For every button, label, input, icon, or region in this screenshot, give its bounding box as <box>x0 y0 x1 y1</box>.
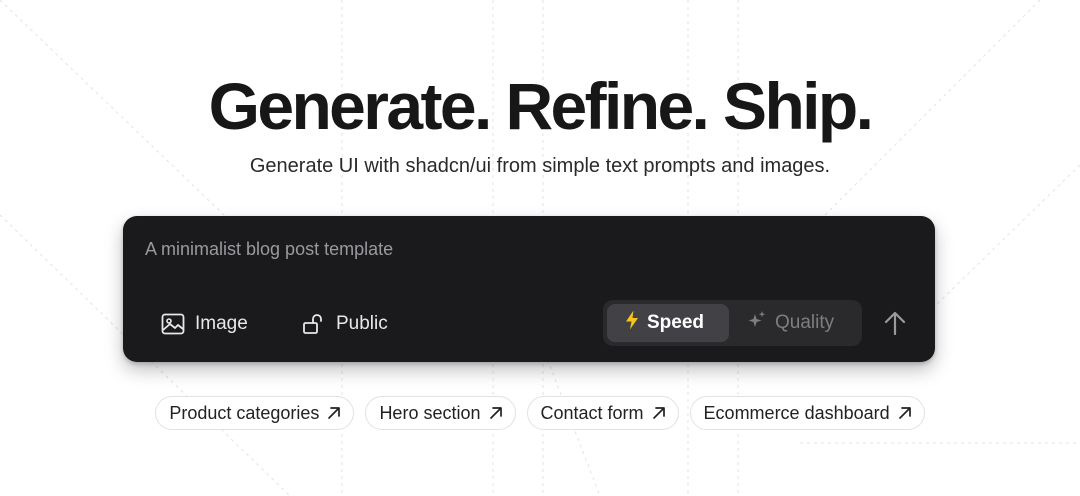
image-button[interactable]: Image <box>161 309 248 339</box>
suggestion-label: Contact form <box>540 402 644 423</box>
lightning-icon <box>625 310 639 336</box>
hero-title: Generate. Refine. Ship. <box>208 69 874 143</box>
image-icon <box>161 313 185 335</box>
image-button-label: Image <box>195 313 248 334</box>
suggestion-label: Hero section <box>379 402 481 423</box>
mode-toggle: Speed Quality <box>603 300 862 346</box>
sparkles-icon <box>747 310 767 336</box>
prompt-input[interactable] <box>145 236 905 262</box>
mode-quality-button[interactable]: Quality <box>733 304 857 342</box>
arrow-up-icon <box>883 310 907 339</box>
prompt-box: Image Public S <box>123 216 935 362</box>
suggestion-chip[interactable]: Hero section <box>365 396 516 430</box>
page: Generate. Refine. Ship. Generate UI with… <box>0 0 1080 496</box>
arrow-up-right-icon <box>327 406 341 420</box>
suggestion-chip[interactable]: Ecommerce dashboard <box>689 396 925 430</box>
visibility-button[interactable]: Public <box>302 309 388 339</box>
send-button[interactable] <box>875 306 915 342</box>
suggestion-chip[interactable]: Contact form <box>526 396 679 430</box>
unlock-icon <box>302 312 326 336</box>
suggestion-list: Product categories Hero section Contact … <box>0 396 1080 430</box>
mode-speed-label: Speed <box>647 312 705 333</box>
visibility-button-label: Public <box>336 313 388 334</box>
mode-quality-label: Quality <box>775 312 835 333</box>
hero-subtitle: Generate UI with shadcn/ui from simple t… <box>249 155 831 177</box>
arrow-up-right-icon <box>898 406 912 420</box>
suggestion-label: Product categories <box>169 402 320 423</box>
suggestion-chip[interactable]: Product categories <box>155 396 355 430</box>
arrow-up-right-icon <box>489 406 503 420</box>
suggestion-label: Ecommerce dashboard <box>703 402 890 423</box>
arrow-up-right-icon <box>652 406 666 420</box>
mode-speed-button[interactable]: Speed <box>607 304 729 342</box>
